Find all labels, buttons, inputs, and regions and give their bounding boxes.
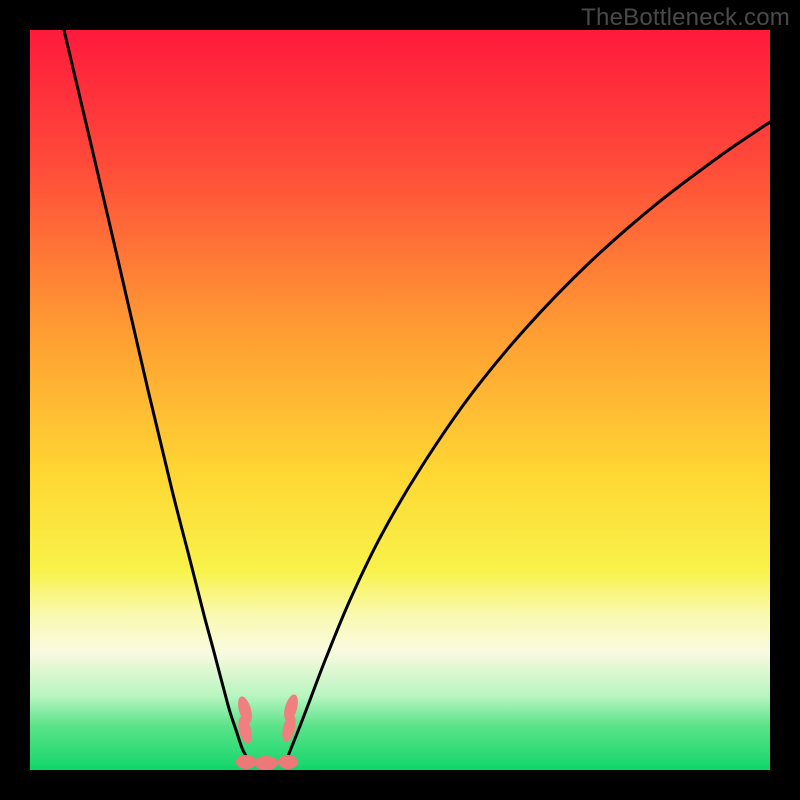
chart-svg — [30, 30, 770, 770]
marker-blob-6 — [278, 755, 298, 769]
marker-blob-4 — [236, 755, 256, 769]
watermark-text: TheBottleneck.com — [581, 4, 790, 32]
gradient-background — [30, 30, 770, 770]
chart-frame: TheBottleneck.com — [0, 0, 800, 800]
marker-blob-5 — [254, 756, 278, 770]
plot-area — [30, 30, 770, 770]
